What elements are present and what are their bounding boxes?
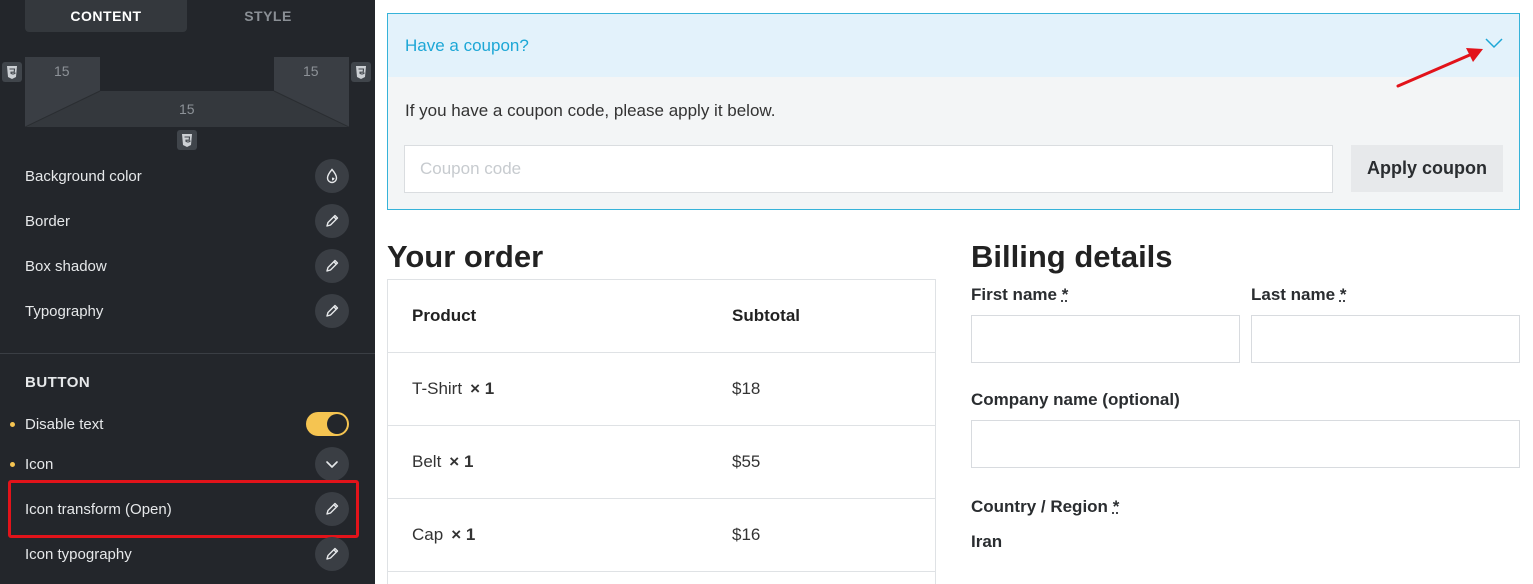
css-icon[interactable] (351, 62, 371, 82)
app-root: CONTENT STYLE 15 15 15 Background color … (0, 0, 1533, 584)
required-mark: * (1061, 285, 1069, 304)
spacing-top-right-value[interactable]: 15 (303, 63, 319, 79)
country-value[interactable]: Iran (971, 532, 1002, 552)
icon-row: Icon (25, 446, 349, 482)
disable-text-label: Disable text (25, 415, 104, 433)
product-quantity: × 1 (451, 525, 476, 544)
annotation-highlight-box (8, 480, 359, 538)
last-name-label: Last name * (1251, 285, 1346, 305)
last-name-field[interactable] (1251, 315, 1520, 363)
button-section-title: BUTTON (25, 374, 91, 391)
spacing-top-left-value[interactable]: 15 (54, 63, 70, 79)
toggle-knob (327, 414, 347, 434)
box-shadow-row: Box shadow (25, 248, 349, 284)
product-cell: Belt × 1 (412, 452, 473, 472)
product-quantity: × 1 (470, 379, 495, 398)
spacing-control: 15 15 15 (25, 57, 349, 127)
table-row: Cap × 1 $16 (388, 499, 935, 572)
required-mark: * (1339, 285, 1347, 304)
coupon-box: Have a coupon? If you have a coupon code… (387, 13, 1520, 210)
spacing-bottom-value[interactable]: 15 (179, 101, 195, 117)
billing-details-title: Billing details (971, 239, 1173, 274)
icon-label: Icon (25, 455, 54, 473)
coupon-description: If you have a coupon code, please apply … (405, 101, 776, 120)
annotation-arrow-icon (1396, 48, 1483, 88)
product-quantity: × 1 (449, 452, 474, 471)
css-icon[interactable] (177, 130, 197, 150)
icon-typography-label: Icon typography (25, 545, 132, 563)
tab-content[interactable]: CONTENT (25, 0, 187, 32)
company-name-field[interactable] (971, 420, 1520, 468)
background-color-row: Background color (25, 158, 349, 194)
first-name-label-text: First name (971, 285, 1057, 304)
product-name: T-Shirt (412, 379, 463, 398)
editor-panel: CONTENT STYLE 15 15 15 Background color … (0, 0, 375, 584)
coupon-code-input[interactable] (404, 145, 1333, 193)
product-name: Belt (412, 452, 442, 471)
first-name-label: First name * (971, 285, 1068, 305)
country-label: Country / Region * (971, 497, 1119, 517)
subtotal-cell: $16 (732, 525, 761, 544)
box-shadow-label: Box shadow (25, 257, 107, 275)
css-icon[interactable] (2, 62, 22, 82)
last-name-label-text: Last name (1251, 285, 1336, 304)
tab-style[interactable]: STYLE (187, 0, 349, 32)
modified-dot (10, 462, 15, 467)
table-row: Belt × 1 $55 (388, 426, 935, 499)
country-label-text: Country / Region (971, 497, 1108, 516)
product-name: Cap (412, 525, 444, 544)
disable-text-row: Disable text (25, 406, 349, 442)
pencil-icon[interactable] (315, 204, 349, 238)
section-divider (0, 353, 375, 354)
coupon-toggle-link[interactable]: Have a coupon? (405, 36, 529, 56)
droplet-icon[interactable] (315, 159, 349, 193)
chevron-down-icon[interactable] (315, 447, 349, 481)
product-column-header: Product (412, 306, 477, 325)
order-table: Product Subtotal T-Shirt × 1 $18 Belt × 1 … (387, 279, 936, 584)
pencil-icon[interactable] (315, 294, 349, 328)
coupon-toggle-bar[interactable]: Have a coupon? (388, 14, 1519, 77)
required-mark: * (1112, 497, 1120, 516)
disable-text-toggle[interactable] (306, 412, 349, 436)
your-order-title: Your order (387, 239, 544, 274)
border-label: Border (25, 212, 71, 230)
pencil-icon[interactable] (315, 537, 349, 571)
product-cell: T-Shirt × 1 (412, 379, 494, 399)
subtotal-column-header: Subtotal (732, 306, 800, 325)
typography-label: Typography (25, 302, 104, 320)
modified-dot (10, 422, 15, 427)
subtotal-cell: $55 (732, 452, 761, 471)
table-row: T-Shirt × 1 $18 (388, 353, 935, 426)
table-header-row: Product Subtotal (388, 280, 935, 353)
pencil-icon[interactable] (315, 249, 349, 283)
border-row: Border (25, 203, 349, 239)
apply-coupon-button[interactable]: Apply coupon (1351, 145, 1503, 192)
typography-row: Typography (25, 293, 349, 329)
company-name-label: Company name (optional) (971, 390, 1180, 409)
first-name-field[interactable] (971, 315, 1240, 363)
icon-typography-row: Icon typography (25, 536, 349, 572)
background-color-label: Background color (25, 167, 142, 185)
product-cell: Cap × 1 (412, 525, 475, 545)
subtotal-cell: $18 (732, 379, 761, 398)
